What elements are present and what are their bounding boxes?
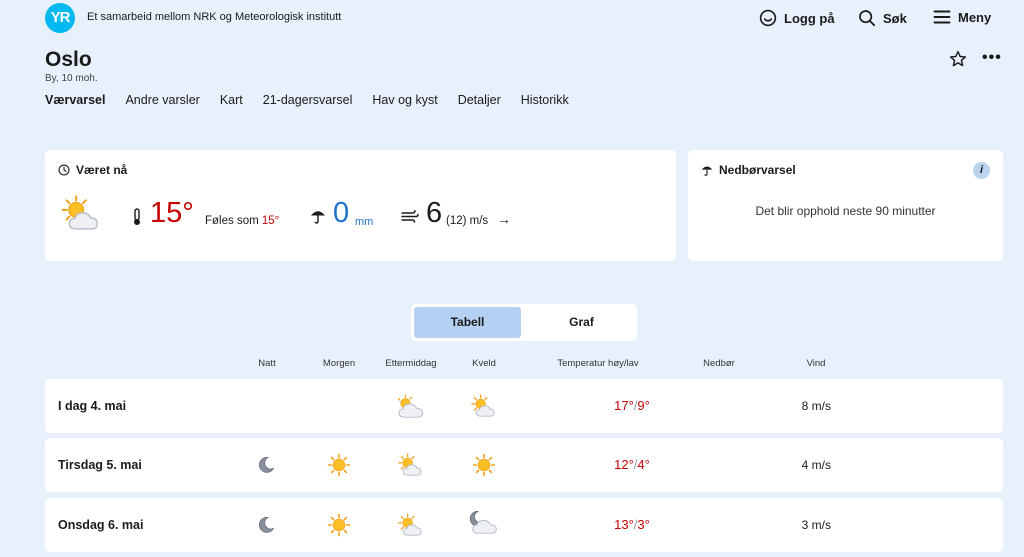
column-header-precipitation: Nedbør	[703, 358, 735, 369]
tab-andre-varsler[interactable]: Andre varsler	[125, 93, 199, 107]
row-day-label: I dag 4. mai	[58, 399, 127, 413]
partly-cloudy-icon	[471, 394, 499, 419]
sun-icon	[327, 453, 351, 477]
partly-cloudy-icon	[398, 513, 426, 538]
current-weather-heading: Været nå	[58, 163, 127, 177]
more-options-button[interactable]: •••	[982, 50, 1002, 66]
current-precipitation: 0	[333, 197, 350, 229]
tab-historikk[interactable]: Historikk	[521, 93, 569, 107]
info-icon[interactable]: i	[973, 162, 990, 179]
yr-logo[interactable]: YR	[45, 3, 75, 33]
thermometer-icon	[134, 208, 140, 225]
column-header-night: Natt	[258, 358, 276, 369]
moon-icon	[256, 455, 276, 475]
temp-low: 3°	[637, 517, 650, 532]
wind-value: 8 m/s	[801, 399, 831, 413]
column-header-temperature: Temperatur høy/lav	[557, 358, 639, 369]
column-header-wind: Vind	[806, 358, 826, 369]
precipitation-forecast-heading: Nedbørvarsel	[701, 163, 796, 177]
search-icon	[859, 10, 876, 27]
place-subtitle: By, 10 moh.	[45, 73, 98, 84]
tab-vaervarsel[interactable]: Værvarsel	[45, 93, 105, 107]
feels-like: Føles som 15°	[205, 215, 279, 227]
menu-button[interactable]: Meny	[933, 9, 991, 25]
cloud-moon-icon	[469, 510, 499, 536]
temperature-high-low: 17°/9°	[577, 398, 687, 413]
page-title: Oslo	[45, 48, 92, 71]
temp-low: 4°	[637, 457, 650, 472]
view-toggle: Tabell Graf	[411, 304, 637, 341]
forecast-row-today[interactable]: I dag 4. mai 17°/9° 8 m/s	[45, 379, 1003, 433]
precipitation-unit: mm	[355, 216, 374, 228]
sun-icon	[472, 453, 496, 477]
current-weather-card: Været nå 15° Føles som 15° 0 mm 6 (12) m…	[45, 150, 676, 261]
cloud-sun-icon	[396, 394, 426, 420]
current-temperature: 15°	[150, 197, 194, 229]
column-header-evening: Kveld	[472, 358, 496, 369]
row-day-label: Tirsdag 5. mai	[58, 458, 142, 472]
star-icon	[949, 50, 967, 67]
table-view-button[interactable]: Tabell	[414, 307, 521, 338]
umbrella-icon	[311, 211, 325, 224]
row-day-label: Onsdag 6. mai	[58, 518, 144, 532]
wind-gust: (12) m/s	[446, 215, 489, 227]
column-header-morning: Morgen	[322, 358, 356, 369]
wind-icon	[401, 210, 419, 223]
umbrella-icon	[701, 166, 713, 176]
tab-hav-og-kyst[interactable]: Hav og kyst	[372, 93, 437, 107]
forecast-row-wednesday[interactable]: Onsdag 6. mai 13°/3° 3 m/s	[45, 498, 1003, 552]
feels-like-value: 15°	[261, 215, 280, 227]
favorite-button[interactable]	[949, 50, 967, 73]
wind-value: 4 m/s	[801, 458, 831, 472]
top-header: YR Et samarbeid mellom NRK og Meteorolog…	[0, 0, 1024, 36]
login-label: Logg på	[784, 10, 835, 26]
moon-icon	[256, 515, 276, 535]
current-weather-title: Været nå	[76, 163, 128, 177]
menu-label: Meny	[958, 9, 992, 25]
clock-icon	[58, 164, 70, 176]
temperature-high-low: 12°/4°	[577, 457, 687, 472]
menu-icon	[933, 10, 951, 24]
login-button[interactable]: Logg på	[759, 9, 835, 27]
temp-low: 9°	[637, 398, 650, 413]
wind-value: 3 m/s	[801, 518, 831, 532]
partly-cloudy-icon	[398, 453, 426, 478]
forecast-row-tuesday[interactable]: Tirsdag 5. mai 12°/4° 4 m/s	[45, 438, 1003, 492]
temp-high: 12°	[614, 457, 634, 472]
feels-like-label: Føles som	[205, 215, 259, 227]
search-button[interactable]: Søk	[858, 9, 907, 27]
search-label: Søk	[883, 10, 907, 26]
precipitation-message: Det blir opphold neste 90 minutter	[755, 204, 936, 218]
tab-bar: Værvarsel Andre varsler Kart 21-dagersva…	[45, 93, 589, 107]
temp-high: 17°	[614, 398, 634, 413]
tab-21-dagersvarsel[interactable]: 21-dagersvarsel	[263, 93, 353, 107]
precipitation-forecast-card[interactable]: Nedbørvarsel i Det blir opphold neste 90…	[688, 150, 1003, 261]
smile-icon	[759, 9, 777, 27]
partly-cloudy-icon	[61, 195, 105, 233]
graph-view-button[interactable]: Graf	[528, 307, 635, 338]
current-wind-speed: 6	[426, 197, 443, 229]
temperature-high-low: 13°/3°	[577, 517, 687, 532]
sun-icon	[327, 513, 351, 537]
tagline: Et samarbeid mellom NRK og Meteorologisk…	[87, 11, 342, 23]
wind-direction-arrow-icon: →	[497, 211, 511, 227]
temp-high: 13°	[614, 517, 634, 532]
precipitation-forecast-title: Nedbørvarsel	[719, 163, 796, 177]
tab-detaljer[interactable]: Detaljer	[458, 93, 501, 107]
column-header-afternoon: Ettermiddag	[385, 358, 437, 369]
tab-kart[interactable]: Kart	[220, 93, 243, 107]
